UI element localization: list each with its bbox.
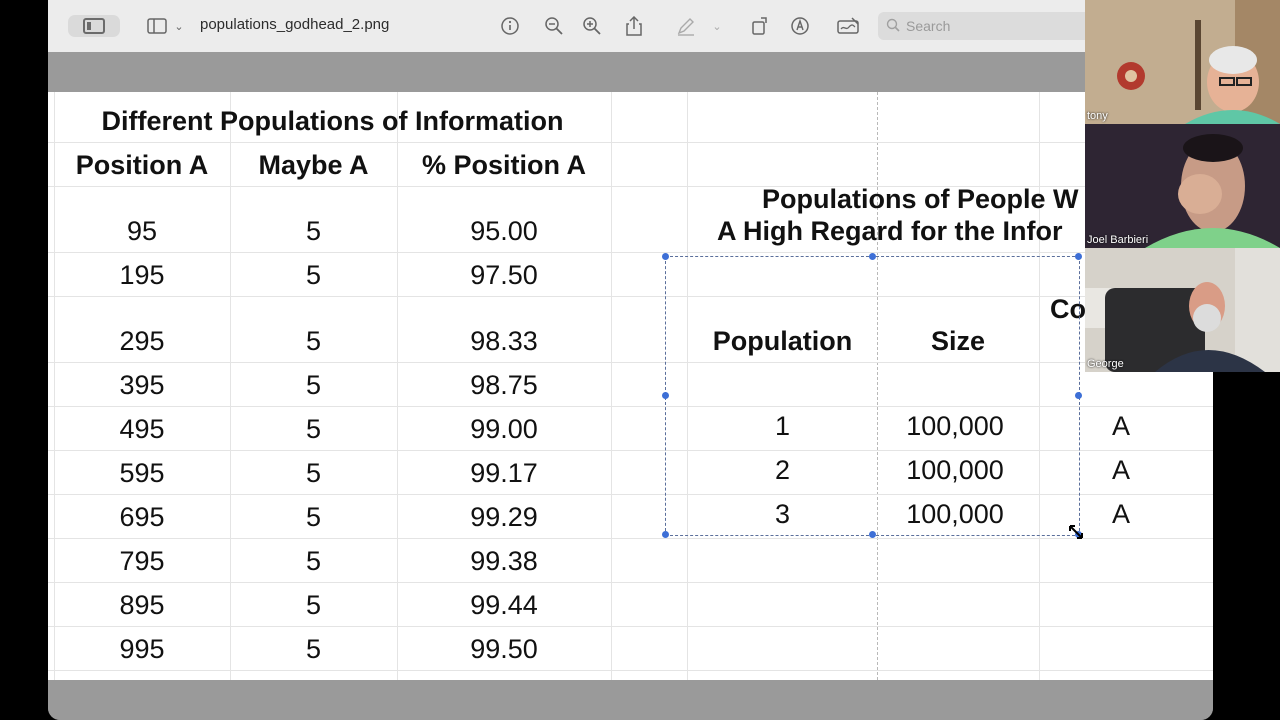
table-cell: 5: [305, 458, 322, 488]
left-header-maybe-a: Maybe A: [258, 150, 369, 180]
grid-line: [48, 142, 1213, 143]
info-icon[interactable]: [498, 14, 522, 38]
table-cell: 5: [305, 326, 322, 356]
table-cell: 195: [119, 260, 165, 290]
table-cell: A: [1111, 499, 1130, 529]
toolbar: ⌄ populations_godhead_2.png ⌄ Search: [48, 0, 1213, 53]
participant-name: George: [1087, 358, 1124, 370]
grid-line: [48, 538, 1213, 539]
grid-line: [48, 626, 1213, 627]
selection-box[interactable]: [665, 256, 1080, 536]
window-switcher-button[interactable]: [68, 15, 120, 37]
canvas-background: [48, 680, 1213, 720]
grid-line: [48, 670, 1213, 671]
left-header-percent-position-a: % Position A: [421, 150, 586, 180]
document-title: populations_godhead_2.png: [200, 16, 390, 33]
table-cell: 5: [305, 216, 322, 246]
table-cell: 5: [305, 546, 322, 576]
resize-handle[interactable]: [662, 531, 669, 538]
table-cell: 98.75: [470, 370, 538, 400]
grid-line: [48, 582, 1213, 583]
table-cell: 995: [119, 634, 165, 664]
left-table-title: Different Populations of Information: [101, 106, 564, 136]
resize-handle[interactable]: [1075, 392, 1082, 399]
participant-video: [1085, 0, 1280, 124]
table-cell: 95: [126, 216, 158, 246]
table-cell: 495: [119, 414, 165, 444]
grid-line: [48, 252, 1213, 253]
table-cell: 99.17: [470, 458, 538, 488]
participant-name: tony: [1087, 110, 1108, 122]
search-icon: [886, 18, 900, 35]
table-cell: 5: [305, 260, 322, 290]
table-cell: 395: [119, 370, 165, 400]
resize-handle[interactable]: [1075, 253, 1082, 260]
grid-line: [611, 92, 612, 680]
resize-handle[interactable]: [869, 531, 876, 538]
spreadsheet-image: Different Populations of Information Pos…: [48, 92, 1213, 680]
resize-handle[interactable]: [662, 392, 669, 399]
table-cell: 99.38: [470, 546, 538, 576]
preview-window: ⌄ populations_godhead_2.png ⌄ Search Dif…: [48, 0, 1213, 720]
left-header-position-a: Position A: [75, 150, 209, 180]
window-icon: [83, 18, 105, 34]
sidebar-toggle-icon[interactable]: [146, 14, 168, 38]
table-cell: 99.00: [470, 414, 538, 444]
table-cell: 99.44: [470, 590, 538, 620]
table-cell: 5: [305, 414, 322, 444]
signature-icon[interactable]: [834, 14, 862, 38]
markup-pen-icon[interactable]: [674, 14, 698, 38]
participant-name: Joel Barbieri: [1087, 234, 1149, 246]
chevron-down-icon[interactable]: ⌄: [710, 14, 724, 38]
rotate-icon[interactable]: [748, 14, 772, 38]
table-cell: 99.29: [470, 502, 538, 532]
table-cell: 97.50: [470, 260, 538, 290]
chevron-down-icon[interactable]: ⌄: [172, 14, 186, 38]
video-tile-tony[interactable]: tony: [1085, 0, 1280, 124]
participant-video: [1085, 124, 1280, 248]
table-cell: A: [1111, 411, 1130, 441]
table-cell: 295: [119, 326, 165, 356]
table-cell: 5: [305, 590, 322, 620]
resize-cursor-icon: [1069, 525, 1083, 544]
table-cell: 98.33: [470, 326, 538, 356]
table-cell: 95.00: [470, 216, 538, 246]
search-placeholder: Search: [906, 18, 951, 34]
video-tile-george[interactable]: George: [1085, 248, 1280, 372]
resize-handle[interactable]: [869, 253, 876, 260]
table-cell: 5: [305, 634, 322, 664]
table-cell: 895: [119, 590, 165, 620]
video-tile-joel-barbieri[interactable]: Joel Barbieri: [1085, 124, 1280, 248]
annotate-icon[interactable]: [788, 14, 812, 38]
zoom-out-icon[interactable]: [542, 14, 566, 38]
table-cell: 695: [119, 502, 165, 532]
table-cell: 99.50: [470, 634, 538, 664]
table-cell: A: [1111, 455, 1130, 485]
table-cell: 595: [119, 458, 165, 488]
participant-video: [1085, 248, 1280, 372]
zoom-in-icon[interactable]: [580, 14, 604, 38]
table-cell: 5: [305, 502, 322, 532]
table-cell: 5: [305, 370, 322, 400]
share-icon[interactable]: [622, 14, 646, 38]
canvas-background: [48, 52, 1213, 92]
table-cell: 795: [119, 546, 165, 576]
resize-handle[interactable]: [662, 253, 669, 260]
